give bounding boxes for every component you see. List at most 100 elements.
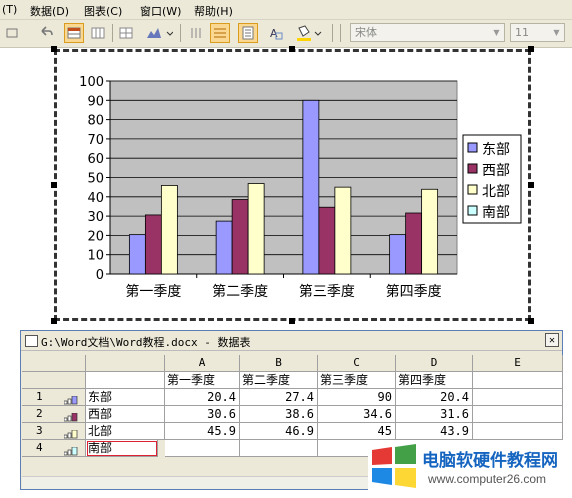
chevron-down-icon: ▼ bbox=[553, 28, 560, 37]
row-header[interactable]: 1 bbox=[22, 389, 86, 406]
column-header[interactable]: E bbox=[473, 355, 563, 372]
font-name-value: 宋体 bbox=[355, 26, 377, 39]
column-header[interactable]: C bbox=[318, 355, 396, 372]
legend-swatch bbox=[467, 184, 478, 195]
undo-icon[interactable] bbox=[36, 23, 56, 43]
column-header[interactable]: B bbox=[240, 355, 318, 372]
series-swatch-icon bbox=[63, 427, 78, 439]
menu-help[interactable]: 帮助(H) bbox=[194, 3, 233, 19]
category-cell[interactable]: 第四季度 bbox=[396, 372, 473, 389]
category-cell[interactable]: 第三季度 bbox=[318, 372, 396, 389]
bar[interactable] bbox=[421, 188, 439, 275]
value-axis-gridlines-button[interactable] bbox=[210, 23, 230, 43]
bar[interactable] bbox=[405, 212, 423, 275]
row-header[interactable]: 2 bbox=[22, 406, 86, 423]
data-cell[interactable]: 30.6 bbox=[165, 406, 240, 423]
x-tick-label: 第二季度 bbox=[212, 283, 268, 300]
y-tick-label: 50 bbox=[87, 172, 104, 187]
x-tick-label: 第一季度 bbox=[125, 283, 181, 300]
menu-chart[interactable]: 图表(C) bbox=[84, 3, 122, 19]
data-cell[interactable]: 90 bbox=[318, 389, 396, 406]
data-cell[interactable]: 20.4 bbox=[396, 389, 473, 406]
by-column-button[interactable] bbox=[88, 23, 108, 43]
bar[interactable] bbox=[144, 214, 162, 275]
site-url: www.computer26.com bbox=[428, 472, 547, 486]
y-tick-label: 60 bbox=[87, 152, 104, 167]
bar[interactable] bbox=[128, 234, 146, 275]
data-table-icon[interactable] bbox=[116, 23, 136, 43]
data-cell[interactable]: 20.4 bbox=[165, 389, 240, 406]
series-label-cell[interactable]: 南部 bbox=[86, 440, 158, 457]
data-cell[interactable]: 31.6 bbox=[396, 406, 473, 423]
resize-handle[interactable] bbox=[51, 182, 57, 188]
data-cell[interactable] bbox=[473, 389, 563, 406]
category-cell[interactable]: 第一季度 bbox=[165, 372, 240, 389]
data-cell[interactable] bbox=[240, 440, 318, 457]
bar[interactable] bbox=[318, 206, 336, 275]
data-cell[interactable]: 46.9 bbox=[240, 423, 318, 440]
resize-handle[interactable] bbox=[528, 46, 534, 52]
series-label-cell[interactable]: 东部 bbox=[86, 389, 165, 406]
category-cell[interactable] bbox=[86, 372, 165, 389]
menu-data[interactable]: 数据(D) bbox=[30, 3, 69, 19]
bar[interactable] bbox=[334, 186, 352, 275]
data-cell[interactable]: 34.6 bbox=[318, 406, 396, 423]
column-header[interactable]: D bbox=[396, 355, 473, 372]
data-cell[interactable]: 45.9 bbox=[165, 423, 240, 440]
x-tick-label: 第四季度 bbox=[386, 283, 442, 300]
format-icon[interactable] bbox=[2, 23, 22, 43]
font-name-select[interactable]: 宋体 ▼ bbox=[350, 23, 505, 42]
site-logo: 电脑软硬件教程网 www.computer26.com bbox=[368, 440, 572, 494]
bar[interactable] bbox=[247, 183, 265, 275]
series-label-cell[interactable]: 北部 bbox=[86, 423, 165, 440]
menu-tools[interactable]: (T) bbox=[2, 3, 17, 16]
resize-handle[interactable] bbox=[289, 46, 295, 52]
fill-color-button[interactable] bbox=[294, 23, 324, 43]
data-cell[interactable] bbox=[473, 406, 563, 423]
y-tick-label: 0 bbox=[96, 268, 104, 283]
data-cell[interactable] bbox=[473, 423, 563, 440]
resize-handle[interactable] bbox=[51, 318, 57, 324]
chart-type-button[interactable] bbox=[144, 23, 174, 43]
data-cell[interactable]: 38.6 bbox=[240, 406, 318, 423]
series-swatch-icon bbox=[63, 444, 78, 456]
bar-chart: 0 10 20 30 40 50 60 70 80 90 100 第一季度 第二季度 第三季度 第四季度 东部… bbox=[79, 75, 522, 300]
text-box-icon[interactable]: A bbox=[266, 23, 286, 43]
resize-handle[interactable] bbox=[51, 46, 57, 52]
bar[interactable] bbox=[215, 220, 233, 275]
bar[interactable] bbox=[231, 199, 249, 275]
category-cell[interactable]: 第二季度 bbox=[240, 372, 318, 389]
data-cell[interactable] bbox=[165, 440, 240, 457]
column-header[interactable]: A bbox=[165, 355, 240, 372]
resize-handle[interactable] bbox=[528, 318, 534, 324]
datasheet-icon bbox=[25, 335, 38, 347]
category-axis-gridlines-icon[interactable] bbox=[186, 23, 206, 43]
chevron-down-icon: ▼ bbox=[493, 28, 500, 37]
corner-cell[interactable] bbox=[22, 355, 86, 372]
x-tick-label: 第三季度 bbox=[299, 283, 355, 300]
y-tick-label: 40 bbox=[87, 191, 104, 206]
data-cell[interactable]: 27.4 bbox=[240, 389, 318, 406]
y-tick-label: 100 bbox=[79, 75, 104, 90]
bar[interactable] bbox=[389, 234, 407, 275]
legend-button[interactable] bbox=[238, 23, 258, 43]
menu-window[interactable]: 窗口(W) bbox=[140, 3, 181, 19]
font-size-select[interactable]: 11 ▼ bbox=[510, 23, 565, 42]
resize-handle[interactable] bbox=[289, 318, 295, 324]
close-icon[interactable]: ✕ bbox=[545, 333, 559, 347]
by-row-button[interactable] bbox=[64, 23, 84, 43]
row-header[interactable]: 4 bbox=[22, 440, 86, 457]
row-header[interactable]: 3 bbox=[22, 423, 86, 440]
bar[interactable] bbox=[160, 185, 178, 275]
horizontal-scrollbar[interactable] bbox=[22, 476, 382, 489]
data-cell[interactable]: 45 bbox=[318, 423, 396, 440]
category-cell[interactable] bbox=[473, 372, 563, 389]
chart-object[interactable]: 0 10 20 30 40 50 60 70 80 90 100 第一季度 第二季度 第三季度 第四季度 东部… bbox=[54, 49, 531, 321]
bar[interactable] bbox=[302, 99, 320, 275]
series-label-cell[interactable]: 西部 bbox=[86, 406, 165, 423]
data-cell[interactable]: 43.9 bbox=[396, 423, 473, 440]
resize-handle[interactable] bbox=[528, 182, 534, 188]
row-header[interactable] bbox=[22, 372, 86, 389]
site-name: 电脑软硬件教程网 bbox=[422, 451, 558, 471]
column-header[interactable] bbox=[86, 355, 165, 372]
